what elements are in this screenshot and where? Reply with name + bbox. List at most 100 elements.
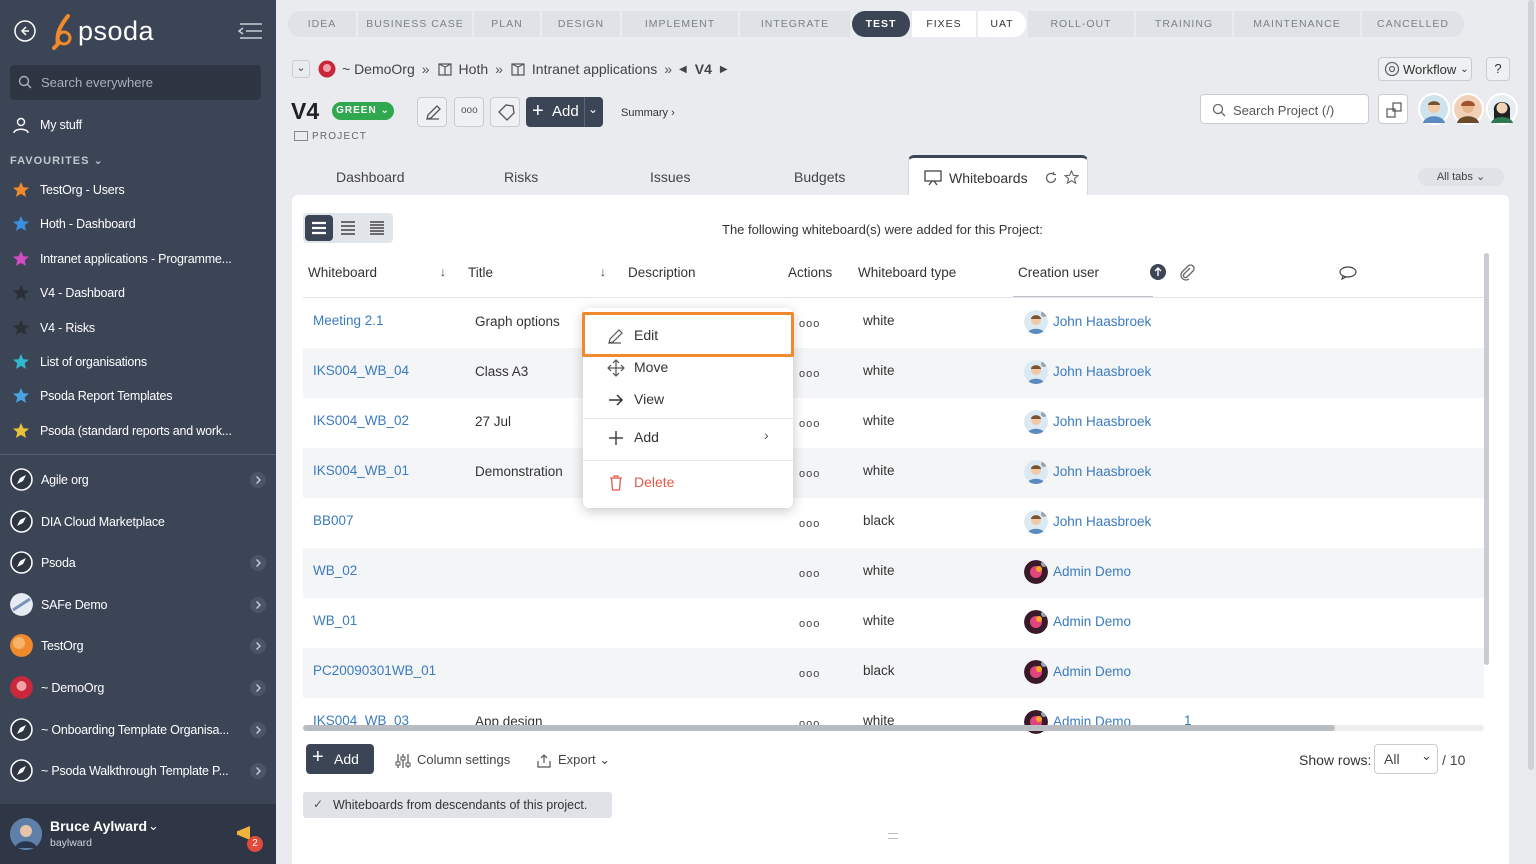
notifications-button[interactable]: 2 xyxy=(236,824,264,852)
whiteboard-link[interactable]: PC20090301WB_01 xyxy=(313,663,436,678)
organisation-item[interactable]: ~ Psoda Walkthrough Template P... xyxy=(0,754,276,788)
stage-maintenance[interactable]: MAINTENANCE xyxy=(1234,11,1362,37)
page-scrollbar[interactable] xyxy=(1528,0,1534,770)
stage-cancelled[interactable]: CANCELLED xyxy=(1362,11,1464,37)
breadcrumb-project-group[interactable]: Intranet applications xyxy=(532,61,657,77)
breadcrumb-org[interactable]: ~ DemoOrg xyxy=(342,61,415,77)
creation-user-link[interactable]: Admin Demo xyxy=(1053,564,1131,579)
table-row[interactable]: IKS004_WB_03 App design ooo white Admin Demo… xyxy=(303,698,1484,734)
expand-arrow-icon[interactable] xyxy=(250,680,266,696)
sort-arrow-icon[interactable]: ↓ xyxy=(600,265,606,279)
descendants-toggle[interactable]: ✓ Whiteboards from descendants of this p… xyxy=(303,792,612,818)
next-arrow-icon[interactable]: ▶ xyxy=(720,64,728,75)
star-icon[interactable] xyxy=(1064,170,1079,185)
organisation-item[interactable]: SAFe Demo xyxy=(0,588,276,622)
help-button[interactable]: ? xyxy=(1486,57,1510,81)
expand-arrow-icon[interactable] xyxy=(250,763,266,780)
whiteboard-link[interactable]: IKS004_WB_04 xyxy=(313,363,409,378)
tab-budgets[interactable]: Budgets xyxy=(794,169,845,185)
expand-arrow-icon[interactable] xyxy=(250,638,266,655)
row-actions-button[interactable]: ooo xyxy=(799,368,820,380)
menu-item-add[interactable]: Add › xyxy=(583,421,793,453)
row-actions-button[interactable]: ooo xyxy=(799,418,820,430)
view-compact-button[interactable] xyxy=(334,215,362,241)
column-settings-button[interactable]: Column settings xyxy=(395,752,510,769)
row-actions-button[interactable]: ooo xyxy=(799,568,820,580)
creation-user-link[interactable]: Admin Demo xyxy=(1053,664,1131,679)
tag-button[interactable] xyxy=(490,97,520,127)
creation-user-link[interactable]: John Haasbroek xyxy=(1053,414,1151,429)
favourite-item[interactable]: Psoda (standard reports and work... xyxy=(0,416,276,446)
expand-arrow-icon[interactable] xyxy=(250,721,266,738)
user-panel[interactable]: Bruce Aylward ⌄ baylward 2 xyxy=(0,804,276,864)
sort-arrow-icon[interactable]: ↓ xyxy=(440,265,446,279)
share-button[interactable] xyxy=(1378,94,1408,124)
psoda-logo[interactable]: psoda xyxy=(50,14,154,50)
edit-button[interactable] xyxy=(417,97,447,127)
row-actions-button[interactable]: ooo xyxy=(799,518,820,530)
organisation-item[interactable]: Agile org xyxy=(0,463,276,497)
creation-user-link[interactable]: John Haasbroek xyxy=(1053,464,1151,479)
expand-arrow-icon[interactable] xyxy=(250,555,266,572)
organisation-item[interactable]: DIA Cloud Marketplace xyxy=(0,505,276,539)
stage-uat[interactable]: UAT xyxy=(978,11,1028,37)
col-header-description[interactable]: Description xyxy=(628,265,696,280)
summary-link[interactable]: Summary › xyxy=(621,107,675,119)
table-row[interactable]: IKS004_WB_01 Demonstration ooo white John Ha… xyxy=(303,448,1484,498)
favourite-item[interactable]: Hoth - Dashboard xyxy=(0,209,276,239)
favourite-item[interactable]: V4 - Risks xyxy=(0,313,276,343)
menu-item-delete[interactable]: Delete xyxy=(583,466,793,498)
tab-issues[interactable]: Issues xyxy=(650,169,690,185)
refresh-icon[interactable] xyxy=(1044,171,1058,185)
col-header-title[interactable]: Title xyxy=(468,265,493,280)
stage-implement[interactable]: IMPLEMENT xyxy=(622,11,740,37)
export-button[interactable]: Export ⌄ xyxy=(536,752,610,769)
resize-handle-icon[interactable] xyxy=(888,833,898,839)
col-header-creation-user[interactable]: Creation user xyxy=(1018,265,1099,280)
collapse-menu-icon[interactable] xyxy=(238,22,264,40)
stage-integrate[interactable]: INTEGRATE xyxy=(740,11,852,37)
col-header-whiteboard[interactable]: Whiteboard xyxy=(308,265,377,280)
creation-user-link[interactable]: John Haasbroek xyxy=(1053,314,1151,329)
organisation-item[interactable]: ~ Onboarding Template Organisa... xyxy=(0,713,276,747)
all-tabs-button[interactable]: All tabs ⌄ xyxy=(1418,168,1504,186)
stage-fixes[interactable]: FIXES xyxy=(912,11,978,37)
tab-risks[interactable]: Risks xyxy=(504,169,538,185)
menu-item-view[interactable]: View xyxy=(583,383,793,415)
previous-arrow-icon[interactable]: ◀ xyxy=(679,64,687,75)
favourite-item[interactable]: Psoda Report Templates xyxy=(0,381,276,411)
add-whiteboard-button[interactable]: + Add xyxy=(306,744,374,774)
team-member-avatar[interactable] xyxy=(1486,93,1518,125)
expand-arrow-icon[interactable] xyxy=(250,472,266,488)
table-row[interactable]: IKS004_WB_04 Class A3 ooo white John Haasbro… xyxy=(303,348,1484,398)
stage-test[interactable]: TEST xyxy=(852,11,912,37)
tab-dashboard[interactable]: Dashboard xyxy=(336,169,405,185)
table-row[interactable]: IKS004_WB_02 27 Jul ooo white John Haasbroek xyxy=(303,398,1484,448)
row-actions-button[interactable]: ooo xyxy=(799,668,820,680)
stage-training[interactable]: TRAINING xyxy=(1136,11,1234,37)
view-comfortable-button[interactable] xyxy=(305,215,333,241)
favourite-item[interactable]: V4 - Dashboard xyxy=(0,278,276,308)
whiteboard-link[interactable]: IKS004_WB_02 xyxy=(313,413,409,428)
table-row[interactable]: Meeting 2.1 Graph options ooo white John Haa… xyxy=(303,298,1484,348)
table-row[interactable]: WB_01 ooo white Admin Demo xyxy=(303,598,1484,648)
back-icon[interactable] xyxy=(13,19,37,43)
creation-user-link[interactable]: John Haasbroek xyxy=(1053,514,1151,529)
organisation-item[interactable]: Psoda xyxy=(0,546,276,580)
whiteboard-link[interactable]: Meeting 2.1 xyxy=(313,313,384,328)
table-row[interactable]: BB007 ooo black John Haasbroek xyxy=(303,498,1484,548)
vertical-scrollbar[interactable] xyxy=(1484,253,1489,665)
creation-user-link[interactable]: Admin Demo xyxy=(1053,614,1131,629)
whiteboard-link[interactable]: WB_02 xyxy=(313,563,357,578)
favourite-item[interactable]: TestOrg - Users xyxy=(0,175,276,205)
favourite-item[interactable]: List of organisations xyxy=(0,347,276,377)
my-stuff-link[interactable]: My stuff xyxy=(0,110,276,140)
favourite-item[interactable]: Intranet applications - Programme... xyxy=(0,244,276,274)
team-member-avatar[interactable] xyxy=(1418,93,1450,125)
global-search-input[interactable]: Search everywhere xyxy=(10,65,261,100)
whiteboard-link[interactable]: WB_01 xyxy=(313,613,357,628)
tab-whiteboards[interactable]: Whiteboards xyxy=(908,155,1088,196)
whiteboard-link[interactable]: BB007 xyxy=(313,513,354,528)
row-actions-button[interactable]: ooo xyxy=(799,618,820,630)
horizontal-scrollbar[interactable] xyxy=(303,725,1335,731)
